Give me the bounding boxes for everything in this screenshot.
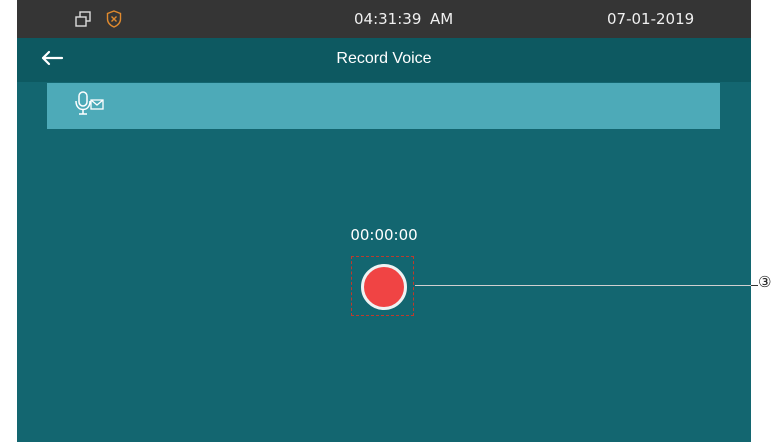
window-restore-icon bbox=[74, 10, 92, 32]
page-title: Record Voice bbox=[336, 50, 432, 67]
recording-timer: 00:00:00 bbox=[350, 226, 418, 244]
device-screen: 04:31:39 AM 07-01-2019 Record Voice 00:0… bbox=[17, 0, 751, 442]
record-button[interactable] bbox=[361, 264, 407, 310]
title-bar: Record Voice bbox=[17, 38, 751, 82]
callout-line bbox=[415, 285, 752, 286]
status-bar: 04:31:39 AM 07-01-2019 bbox=[17, 0, 751, 38]
status-time: 04:31:39 bbox=[354, 10, 422, 28]
status-date: 07-01-2019 bbox=[607, 10, 695, 28]
callout-tail bbox=[751, 285, 758, 286]
voice-message-icon bbox=[73, 91, 109, 122]
callout-number: ③ bbox=[758, 273, 772, 291]
voice-message-tab[interactable] bbox=[73, 90, 113, 122]
shield-x-icon bbox=[106, 10, 122, 32]
tab-bar bbox=[47, 83, 720, 129]
status-ampm: AM bbox=[430, 10, 454, 28]
